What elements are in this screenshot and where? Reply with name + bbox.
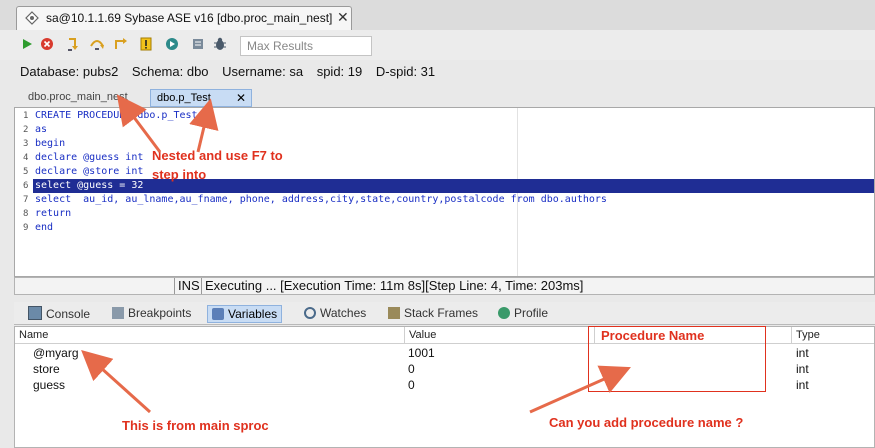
code-line: end — [35, 222, 54, 233]
close-tab-icon[interactable]: ✕ — [337, 9, 349, 26]
line-number: 8 — [23, 209, 29, 219]
line-number: 9 — [23, 223, 29, 233]
stack-frames-icon — [388, 307, 400, 319]
dspid-label: D-spid: 31 — [375, 64, 436, 79]
annotation-nested-f7: Nested and use F7 to step into — [152, 148, 283, 182]
spid-label: spid: 19 — [316, 64, 363, 79]
run-icon[interactable] — [19, 36, 35, 52]
line-number: 2 — [23, 125, 29, 135]
schema-label: Schema: dbo — [131, 64, 209, 79]
step-into-icon[interactable] — [66, 36, 82, 52]
tab-label: Breakpoints — [128, 306, 192, 320]
column-header-type[interactable]: Type — [792, 327, 875, 343]
code-line: return — [35, 208, 72, 219]
connection-tab-title: sa@10.1.1.69 Sybase ASE v16 [dbo.proc_ma… — [46, 11, 333, 25]
column-header-value[interactable]: Value — [405, 327, 595, 343]
tab-label: Variables — [228, 307, 278, 321]
editor-status-bar: INS Executing ... [Execution Time: 11m 8… — [14, 277, 875, 295]
var-type: int — [796, 362, 809, 376]
variables-icon — [212, 308, 224, 320]
tab-watches[interactable]: Watches — [300, 305, 370, 323]
breakpoints-icon — [112, 307, 124, 319]
line-number: 7 — [23, 195, 29, 205]
tab-label: Profile — [514, 306, 549, 320]
tab-stack-frames[interactable]: Stack Frames — [384, 305, 482, 323]
warning-icon[interactable] — [138, 36, 154, 52]
var-value: 1001 — [408, 346, 435, 360]
var-name: store — [33, 362, 60, 376]
annotation-main-sproc: This is from main sproc — [122, 418, 269, 433]
line-number: 1 — [23, 111, 29, 121]
tab-profile[interactable]: Profile — [494, 305, 552, 323]
tab-breakpoints[interactable]: Breakpoints — [108, 305, 195, 323]
connection-tab[interactable]: sa@10.1.1.69 Sybase ASE v16 [dbo.proc_ma… — [16, 6, 352, 30]
code-line: declare @guess int — [35, 152, 144, 163]
code-line-current: select @guess = 32 — [35, 179, 144, 193]
step-return-icon[interactable] — [112, 36, 128, 52]
toolbar — [0, 30, 875, 60]
code-line: select au_id, au_lname,au_fname, phone, … — [35, 194, 607, 205]
annotation-procedure-name: Procedure Name — [601, 328, 705, 343]
resume-icon[interactable] — [164, 36, 180, 52]
column-header-name[interactable]: Name — [15, 327, 405, 343]
breakpoint-icon[interactable] — [190, 36, 206, 52]
database-label: Database: pubs2 — [20, 64, 119, 79]
var-value: 0 — [408, 362, 415, 376]
line-number: 5 — [23, 167, 29, 177]
tab-console[interactable]: Console — [24, 305, 94, 323]
var-type: int — [796, 378, 809, 392]
var-value: 0 — [408, 378, 415, 392]
editor-tab-proc-main-nest[interactable]: dbo.proc_main_nest — [22, 89, 146, 107]
var-type: int — [796, 346, 809, 360]
editor-tab-label: dbo.p_Test — [157, 92, 211, 104]
code-line: CREATE PROCEDURE dbo.p_Test — [35, 110, 198, 121]
stop-icon[interactable] — [39, 36, 55, 52]
connection-icon — [25, 11, 39, 25]
tab-label: Console — [46, 307, 91, 321]
editor-tab-p-test[interactable]: dbo.p_Test ✕ — [150, 89, 252, 107]
code-line: begin — [35, 138, 66, 149]
step-over-icon[interactable] — [89, 36, 105, 52]
watches-icon — [304, 307, 316, 319]
max-results-field[interactable]: Max Results — [240, 36, 372, 56]
profile-icon — [498, 307, 510, 319]
var-name: @myarg — [33, 346, 79, 360]
insert-mode-indicator: INS — [174, 278, 202, 294]
tab-label: Watches — [320, 306, 367, 320]
code-line: declare @store int — [35, 166, 144, 177]
console-icon — [28, 306, 42, 320]
line-number: 3 — [23, 139, 29, 149]
code-line: as — [35, 124, 48, 135]
line-number: 4 — [23, 153, 29, 163]
sql-editor[interactable]: 1 CREATE PROCEDURE dbo.p_Test 2 as 3 beg… — [14, 107, 875, 277]
execution-status: Executing ... [Execution Time: 11m 8s][S… — [205, 278, 584, 293]
debug-bug-icon[interactable] — [212, 36, 228, 52]
tab-variables[interactable]: Variables — [207, 305, 283, 323]
connection-info: Database: pubs2 Schema: dbo Username: sa… — [20, 64, 445, 79]
tab-label: Stack Frames — [404, 306, 479, 320]
close-editor-tab-icon[interactable]: ✕ — [236, 91, 246, 105]
editor-tab-label: dbo.proc_main_nest — [28, 91, 128, 103]
line-number: 6 — [23, 181, 29, 191]
annotation-add-procedure-name: Can you add procedure name ? — [549, 415, 744, 430]
var-name: guess — [33, 378, 66, 392]
username-label: Username: sa — [222, 64, 304, 79]
